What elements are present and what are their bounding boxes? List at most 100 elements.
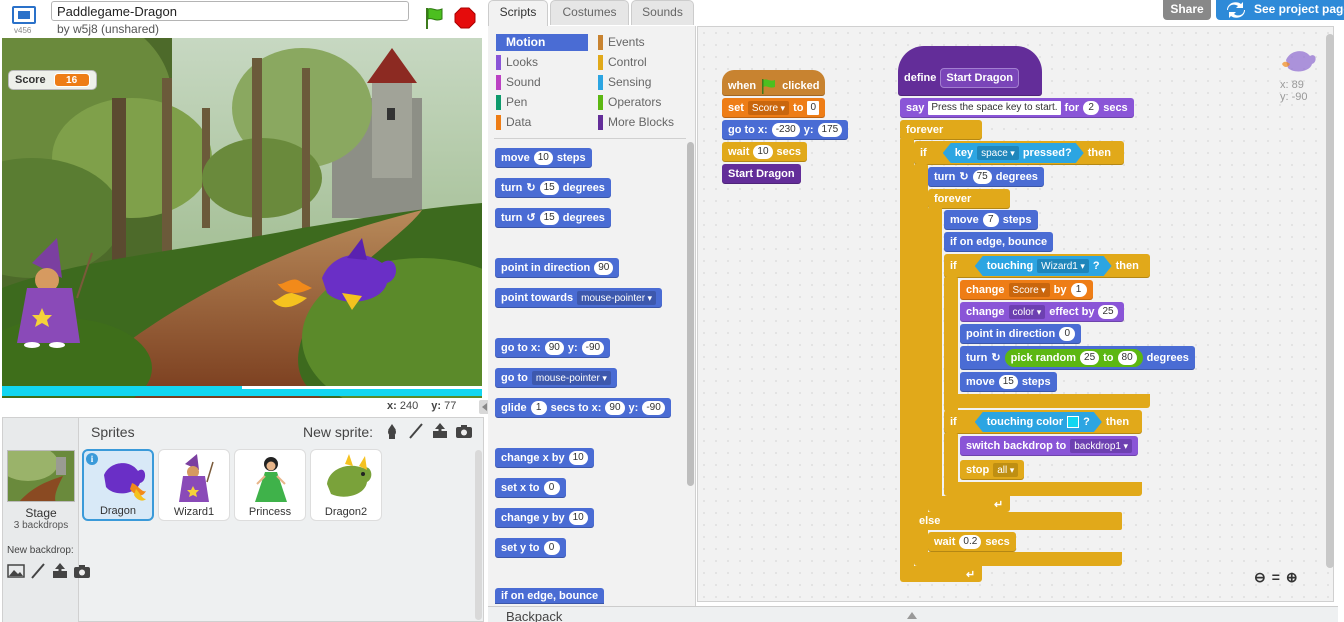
wait-block[interactable]: wait 10 secs: [722, 142, 808, 162]
scripts-scrollbar[interactable]: [1326, 34, 1334, 568]
tab-scripts[interactable]: Scripts: [488, 0, 548, 27]
paint-landscape-icon[interactable]: [7, 562, 25, 580]
variable-dropdown[interactable]: Score: [1008, 283, 1050, 297]
share-button[interactable]: Share: [1163, 0, 1211, 20]
touching-sprite-condition[interactable]: touching Wizard1 ?: [975, 256, 1112, 276]
category-sensing[interactable]: Sensing: [598, 74, 690, 91]
number-input[interactable]: 0: [543, 541, 560, 555]
number-input[interactable]: 10: [568, 511, 588, 525]
stage-canvas[interactable]: Score 16: [2, 38, 482, 398]
category-looks[interactable]: Looks: [496, 54, 588, 71]
palette-goto-xy-block[interactable]: go to x: 90 y: -90: [495, 338, 611, 358]
if-else-block[interactable]: if key space pressed? then: [914, 141, 1124, 165]
touching-color-condition[interactable]: touching color ?: [975, 412, 1102, 432]
goto-xy-block[interactable]: go to x: -230 y: 175: [722, 120, 849, 140]
move-block[interactable]: move 7 steps: [944, 210, 1038, 230]
number-input[interactable]: -90: [581, 341, 605, 355]
tab-sounds[interactable]: Sounds: [631, 0, 694, 25]
zoom-out-icon[interactable]: ⊖: [1254, 569, 1266, 586]
palette-turn-left-block[interactable]: turn ↺ 15 degrees: [495, 208, 611, 228]
sprite-tile-dragon2[interactable]: Dragon2: [310, 449, 382, 521]
category-more-blocks[interactable]: More Blocks: [598, 114, 690, 131]
palette-move-block[interactable]: move 10 steps: [495, 148, 592, 168]
category-pen[interactable]: Pen: [496, 94, 588, 111]
tab-costumes[interactable]: Costumes: [550, 0, 629, 25]
move-block-2[interactable]: move 15 steps: [960, 372, 1057, 392]
backdrop-dropdown[interactable]: backdrop1: [1070, 439, 1132, 453]
number-input[interactable]: 1: [530, 401, 547, 415]
stop-dropdown[interactable]: all: [993, 463, 1019, 477]
project-title-input[interactable]: [51, 1, 409, 21]
sprite-tile-wizard1[interactable]: Wizard1: [158, 449, 230, 521]
direction-dropdown[interactable]: 0: [1059, 327, 1076, 341]
number-input[interactable]: 2: [1083, 101, 1100, 115]
number-input[interactable]: -230: [771, 123, 800, 137]
camera-icon[interactable]: [73, 562, 91, 580]
upload-icon[interactable]: [431, 422, 449, 440]
palette-edge-bounce-block[interactable]: if on edge, bounce: [495, 588, 605, 604]
if-touching-sprite-block[interactable]: if touching Wizard1 ? then: [944, 254, 1150, 278]
direction-dropdown[interactable]: 90: [594, 261, 614, 275]
call-start-dragon-block[interactable]: Start Dragon: [722, 164, 801, 184]
number-input[interactable]: 15: [539, 211, 559, 225]
change-effect-block[interactable]: change color effect by 25: [960, 302, 1124, 322]
point-direction-block[interactable]: point in direction 0: [960, 324, 1082, 344]
palette-point-direction-block[interactable]: point in direction 90: [495, 258, 620, 278]
sprite-tile-dragon[interactable]: i Dragon: [82, 449, 154, 521]
sprite-tile-princess[interactable]: Princess: [234, 449, 306, 521]
variable-dropdown[interactable]: Score: [747, 101, 790, 115]
sprite-library-scrollbar[interactable]: [475, 450, 482, 620]
camera-icon[interactable]: [455, 422, 473, 440]
palette-glide-block[interactable]: glide 1 secs to x: 90 y: -90: [495, 398, 671, 418]
inner-forever-block[interactable]: forever: [928, 189, 1010, 209]
number-input[interactable]: 0.2: [959, 535, 982, 549]
category-operators[interactable]: Operators: [598, 94, 690, 111]
sprite-dropdown[interactable]: Wizard1: [1037, 259, 1089, 273]
when-flag-clicked-hat[interactable]: when clicked: [722, 70, 826, 96]
number-input[interactable]: 175: [817, 123, 843, 137]
wait-block-2[interactable]: wait 0.2 secs: [928, 532, 1016, 552]
palette-change-x-block[interactable]: change x by 10: [495, 448, 594, 468]
palette-set-x-block[interactable]: set x to 0: [495, 478, 566, 498]
number-input[interactable]: 25: [1098, 305, 1118, 319]
number-input[interactable]: 75: [972, 170, 992, 184]
paintbrush-icon[interactable]: [407, 422, 425, 440]
palette-change-y-block[interactable]: change y by 10: [495, 508, 594, 528]
number-input[interactable]: 15: [998, 375, 1018, 389]
set-variable-block[interactable]: set Score to 0: [722, 98, 826, 118]
stop-block[interactable]: stop all: [960, 460, 1025, 480]
target-dropdown[interactable]: mouse-pointer: [531, 371, 611, 385]
number-input[interactable]: -90: [642, 401, 665, 415]
number-input[interactable]: 0: [543, 481, 560, 495]
number-input[interactable]: 90: [544, 341, 564, 355]
green-flag-icon[interactable]: [422, 6, 446, 30]
palette-point-towards-block[interactable]: point towards mouse-pointer: [495, 288, 663, 308]
paintbrush-icon[interactable]: [29, 562, 47, 580]
sprite-library-icon[interactable]: [383, 422, 401, 440]
zoom-reset-icon[interactable]: =: [1272, 569, 1280, 586]
palette-scrollbar[interactable]: [687, 142, 694, 486]
category-events[interactable]: Events: [598, 34, 690, 51]
palette-turn-right-block[interactable]: turn ↻ 15 degrees: [495, 178, 611, 198]
turn-random-block[interactable]: turn ↻ pick random 25 to 80 degrees: [960, 346, 1195, 370]
upload-icon[interactable]: [51, 562, 69, 580]
switch-backdrop-block[interactable]: switch backdrop to backdrop1: [960, 436, 1138, 456]
number-input[interactable]: 90: [605, 401, 625, 415]
value-input[interactable]: 0: [807, 101, 820, 115]
category-sound[interactable]: Sound: [496, 74, 588, 91]
expand-arrow-icon[interactable]: [907, 612, 917, 619]
number-input[interactable]: 10: [568, 451, 588, 465]
say-for-secs-block[interactable]: say Press the space key to start. for 2 …: [900, 98, 1134, 118]
effect-dropdown[interactable]: color: [1008, 305, 1046, 319]
stage-thumbnail[interactable]: [7, 450, 75, 502]
say-text-input[interactable]: Press the space key to start.: [928, 101, 1061, 115]
number-input[interactable]: 10: [533, 151, 553, 165]
number-input[interactable]: 7: [982, 213, 999, 227]
color-swatch[interactable]: [1067, 416, 1079, 428]
if-touching-color-block[interactable]: if touching color ? then: [944, 410, 1142, 434]
key-dropdown[interactable]: space: [977, 146, 1019, 160]
pick-random-reporter[interactable]: pick random 25 to 80: [1004, 349, 1143, 367]
stop-sign-icon[interactable]: [454, 7, 476, 29]
forever-block[interactable]: forever: [900, 120, 982, 140]
number-input[interactable]: 1: [1070, 283, 1087, 297]
